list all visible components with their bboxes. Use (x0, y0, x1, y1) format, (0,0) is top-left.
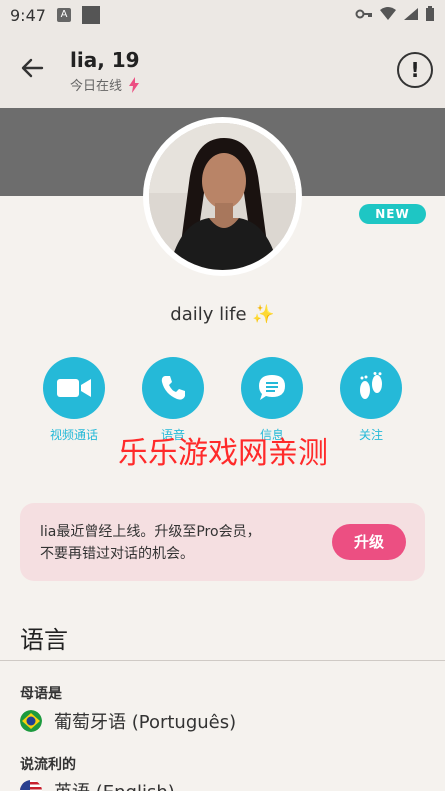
video-call-button[interactable]: 视频通话 (34, 357, 114, 443)
upgrade-button[interactable]: 升级 (332, 524, 406, 560)
new-badge: NEW (359, 204, 426, 224)
status-bar: 9:47 A (0, 0, 445, 30)
native-language-heading: 母语是 (20, 686, 62, 702)
avatar-photo (149, 123, 296, 270)
status-time: 9:47 (10, 6, 46, 25)
languages-title: 语言 (20, 626, 68, 654)
wifi-icon (380, 7, 396, 20)
fluent-language-label: 英语 (English) (54, 778, 175, 791)
native-language-label: 葡萄牙语 (Português) (54, 712, 237, 733)
lightning-icon (129, 76, 140, 93)
battery-icon (426, 6, 434, 21)
brazil-flag-icon (20, 710, 42, 732)
video-call-label: 视频通话 (49, 428, 98, 442)
signal-icon (404, 8, 418, 20)
fluent-language-heading: 说流利的 (20, 757, 76, 773)
upgrade-card: lia最近曾经上线。升级至Pro会员， 不要再错过对话的机会。 升级 (20, 503, 425, 581)
fluent-language-row: 英语 (English) (20, 778, 175, 791)
online-status-label: 今日在线 (70, 79, 123, 94)
profile-header: lia, 19 今日在线 ! (0, 30, 445, 108)
footprints-icon (360, 372, 382, 399)
key-icon (355, 9, 372, 19)
report-button[interactable]: ! (397, 52, 433, 88)
profile-photo-frame[interactable] (143, 117, 302, 276)
follow-label: 关注 (358, 428, 383, 442)
app-notification-icon: A (57, 8, 71, 22)
avatar (149, 123, 296, 270)
usa-flag-icon (20, 780, 42, 791)
online-status: 今日在线 (70, 75, 140, 94)
watermark: 乐乐游戏网亲测 (118, 436, 328, 471)
follow-button[interactable]: 关注 (331, 357, 411, 443)
native-language-row: 葡萄牙语 (Português) (20, 708, 236, 734)
status-icons (355, 6, 435, 22)
profile-bio: daily life ✨ (170, 304, 275, 325)
upgrade-message-line1: lia最近曾经上线。升级至Pro会员， (40, 524, 261, 540)
user-name: lia, 19 (70, 48, 140, 72)
alert-icon: ! (410, 58, 420, 82)
upgrade-message: lia最近曾经上线。升级至Pro会员， 不要再错过对话的机会。 (40, 521, 320, 565)
video-camera-icon (57, 379, 91, 397)
chat-bubble-icon (259, 375, 285, 400)
phone-icon (161, 376, 185, 400)
back-button[interactable] (18, 54, 52, 84)
arrow-left-icon (21, 58, 44, 78)
section-divider (0, 660, 445, 661)
upgrade-message-line2: 不要再错过对话的机会。 (40, 546, 194, 562)
notification-square-icon (82, 6, 100, 24)
